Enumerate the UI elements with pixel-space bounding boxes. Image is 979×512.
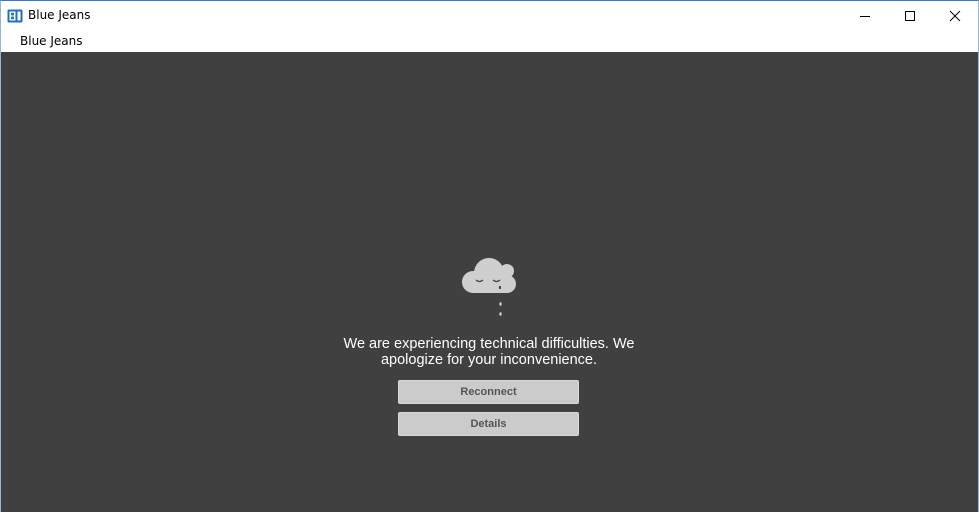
menu-item-blue-jeans[interactable]: Blue Jeans	[14, 33, 89, 49]
sad-crying-cloud-icon	[462, 258, 516, 316]
minimize-icon	[860, 16, 870, 17]
close-button[interactable]	[932, 1, 978, 31]
window-title: Blue Jeans	[28, 8, 91, 22]
close-icon	[949, 10, 961, 22]
reconnect-button[interactable]: Reconnect	[398, 380, 579, 404]
app-window: Blue Jeans Blue Jeans We are experiencin…	[0, 0, 979, 512]
details-button[interactable]: Details	[398, 412, 579, 436]
title-bar[interactable]: Blue Jeans	[1, 1, 978, 31]
error-message: We are experiencing technical difficulti…	[343, 336, 635, 368]
menu-bar: Blue Jeans	[1, 31, 978, 51]
bluejeans-logo-icon	[7, 9, 23, 23]
maximize-icon	[905, 11, 915, 21]
error-panel: We are experiencing technical difficulti…	[1, 52, 978, 512]
minimize-button[interactable]	[842, 1, 888, 31]
maximize-button[interactable]	[887, 1, 933, 31]
